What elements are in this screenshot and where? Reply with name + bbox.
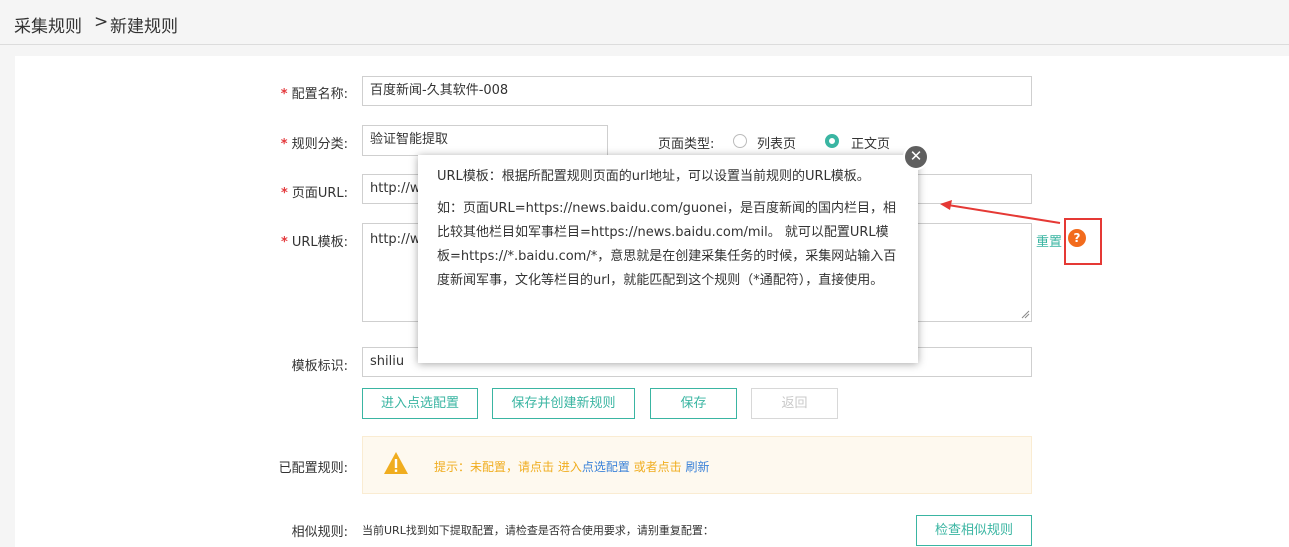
url-template-tooltip: URL模板：根据所配置规则页面的url地址，可以设置当前规则的URL模板。 如：… (418, 155, 918, 363)
warning-icon (384, 452, 408, 474)
annotation-arrow-icon (940, 200, 1061, 224)
rule-category-select[interactable]: 验证智能提取 (362, 125, 608, 156)
check-similar-rules-button[interactable]: 检查相似规则 (916, 515, 1032, 546)
template-tag-label: 模板标识: (291, 359, 348, 374)
required-mark: * (281, 186, 288, 201)
hint-text: 提示：未配置，请点击 进入 (434, 460, 582, 474)
configured-rules-label: 已配置规则: (278, 461, 348, 476)
save-button[interactable]: 保存 (650, 388, 737, 419)
tooltip-paragraph-2: 如：页面URL=https://news.baidu.com/guonei，是百… (437, 201, 897, 288)
url-template-label: * URL模板: (281, 235, 348, 250)
enter-select-config-button[interactable]: 进入点选配置 (362, 388, 478, 419)
radio-list-page[interactable] (733, 134, 747, 148)
similar-rules-label: 相似规则: (291, 525, 348, 540)
config-name-input[interactable]: 百度新闻-久其软件-008 (362, 76, 1032, 106)
required-mark: * (280, 137, 288, 152)
back-button[interactable]: 返回 (751, 388, 838, 419)
breadcrumb-separator: > (94, 12, 109, 32)
required-mark: * (281, 235, 288, 250)
breadcrumb: 采集规则 > 新建规则 (0, 0, 1289, 45)
tooltip-close-icon[interactable]: ✕ (903, 144, 929, 170)
radio-list-page-label[interactable]: 列表页 (757, 133, 796, 152)
save-and-new-button[interactable]: 保存并创建新规则 (492, 388, 635, 419)
required-mark: * (280, 87, 288, 102)
similar-rules-text: 当前URL找到如下提取配置，请检查是否符合使用要求，请别重复配置： (362, 524, 714, 537)
tooltip-paragraph-1: URL模板：根据所配置规则页面的url地址，可以设置当前规则的URL模板。 (437, 169, 870, 184)
refresh-link[interactable]: 刷新 (685, 460, 709, 474)
radio-article-page[interactable] (825, 134, 839, 148)
breadcrumb-root[interactable]: 采集规则 (14, 12, 82, 37)
page-url-label: * 页面URL: (281, 186, 348, 201)
hint-text-mid: 或者点击 (629, 460, 686, 474)
configured-rules-hint-box: 提示：未配置，请点击 进入点选配置 或者点击 刷新 (362, 436, 1032, 494)
rule-category-label: * 规则分类: (280, 137, 348, 152)
configured-rules-hint: 提示：未配置，请点击 进入点选配置 或者点击 刷新 (434, 458, 710, 475)
select-config-link[interactable]: 点选配置 (582, 460, 630, 474)
config-name-label: * 配置名称: (280, 87, 348, 102)
page-type-label: 页面类型: (658, 137, 715, 152)
breadcrumb-current: 新建规则 (110, 17, 178, 37)
radio-article-page-label[interactable]: 正文页 (851, 133, 890, 152)
resize-handle-icon[interactable] (1020, 309, 1030, 319)
